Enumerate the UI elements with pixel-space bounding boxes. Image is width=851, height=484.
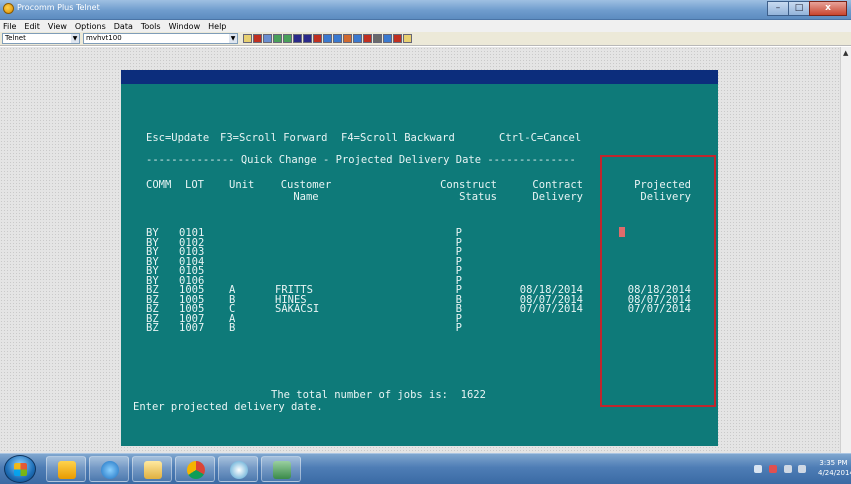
capture-icon[interactable] (303, 34, 312, 43)
taskbar-procomm[interactable] (218, 456, 258, 482)
col-construct-2: Status (459, 191, 497, 203)
clock-date: 4/24/2014 (818, 469, 851, 477)
procomm-icon (230, 461, 248, 479)
toolbar: Telnet ▼ mvhvt100 ▼ (0, 32, 851, 46)
disconnect-icon[interactable] (253, 34, 262, 43)
input-prompt: Enter projected delivery date. (133, 401, 323, 413)
menu-window[interactable]: Window (169, 22, 201, 31)
taskbar-clock[interactable]: 3:35 PM 4/24/2014 (818, 458, 851, 478)
directory-icon[interactable] (263, 34, 272, 43)
start-button[interactable] (4, 455, 36, 483)
scroll-up-icon[interactable]: ▲ (843, 49, 848, 57)
connection-type-select[interactable]: Telnet ▼ (2, 33, 80, 44)
total-jobs-text: The total number of jobs is: 1622 (271, 389, 486, 401)
receive-file-icon[interactable] (283, 34, 292, 43)
stop-icon[interactable] (393, 34, 402, 43)
network-icon[interactable] (784, 465, 792, 473)
send-file-icon[interactable] (273, 34, 282, 43)
volume-icon[interactable] (798, 465, 806, 473)
folder-icon (144, 461, 162, 479)
menu-data[interactable]: Data (114, 22, 133, 31)
key-scroll-backward: F4=Scroll Backward (341, 132, 455, 144)
menu-options[interactable]: Options (75, 22, 106, 31)
security-icon[interactable] (769, 465, 777, 473)
taskbar-app[interactable] (261, 456, 301, 482)
col-lot: LOT (185, 179, 204, 191)
taskbar-chrome[interactable] (175, 456, 215, 482)
row-unit-cell: B (229, 322, 236, 334)
paste-icon[interactable] (333, 34, 342, 43)
host-select[interactable]: mvhvt100 ▼ (83, 33, 238, 44)
chevron-down-icon[interactable]: ▼ (71, 34, 79, 43)
close-button[interactable]: x (809, 1, 847, 16)
row-contract-cell: 07/07/2014 (519, 303, 583, 315)
taskbar-explorer[interactable] (132, 456, 172, 482)
col-customer: Customer (280, 179, 332, 191)
taskbar-internet-explorer[interactable] (89, 456, 129, 482)
setup-icon[interactable] (353, 34, 362, 43)
terminal-header-bar (121, 70, 718, 84)
keyboard-icon[interactable] (383, 34, 392, 43)
procomm-app-icon[interactable] (3, 3, 14, 14)
col-customer-2: Name (293, 191, 319, 203)
monitor-icon[interactable] (373, 34, 382, 43)
taskbar: 3:35 PM 4/24/2014 (0, 453, 851, 484)
window-controls: – □ x (767, 1, 847, 17)
outlook-icon (58, 461, 76, 479)
title-bar: Procomm Plus Telnet – □ x (0, 0, 851, 20)
chrome-icon (187, 461, 205, 479)
taskbar-outlook[interactable] (46, 456, 86, 482)
maximize-button[interactable]: □ (788, 1, 810, 16)
key-cancel: Ctrl-C=Cancel (499, 132, 582, 144)
show-hidden-icon[interactable] (754, 465, 762, 473)
projected-delivery-highlight (600, 155, 716, 407)
menu-help[interactable]: Help (208, 22, 226, 31)
menu-edit[interactable]: Edit (24, 22, 40, 31)
clipboard-icon[interactable] (323, 34, 332, 43)
col-construct: Construct (440, 179, 497, 191)
help-icon[interactable] (403, 34, 412, 43)
internet-explorer-icon (101, 461, 119, 479)
menu-bar: File Edit View Options Data Tools Window… (0, 20, 851, 32)
col-unit: Unit (229, 179, 255, 191)
connect-icon[interactable] (243, 34, 252, 43)
row-status-cell: P (455, 322, 462, 334)
col-contract-2: Delivery (532, 191, 583, 203)
menu-view[interactable]: View (48, 22, 67, 31)
row-lot-cell: 1007 (179, 322, 205, 334)
script-icon[interactable] (293, 34, 302, 43)
key-scroll-forward: F3=Scroll Forward (220, 132, 328, 144)
clock-time: 3:35 PM (819, 459, 848, 467)
chevron-down-icon[interactable]: ▼ (229, 34, 237, 43)
key-update: Esc=Update (146, 132, 210, 144)
vertical-scrollbar[interactable]: ▲ (840, 47, 851, 453)
break-icon[interactable] (363, 34, 372, 43)
host-value: mvhvt100 (86, 34, 122, 42)
print-icon[interactable] (313, 34, 322, 43)
row-customer-cell: SAKACSI (275, 303, 320, 315)
app-icon (273, 461, 291, 479)
menu-file[interactable]: File (3, 22, 16, 31)
screen-title: -------------- Quick Change - Projected … (146, 154, 576, 166)
window-title: Procomm Plus Telnet (17, 3, 100, 12)
toolbar-icons (243, 34, 413, 43)
menu-tools[interactable]: Tools (141, 22, 161, 31)
col-contract: Contract (532, 179, 583, 191)
row-comm-cell: BZ (146, 322, 159, 334)
settings-icon[interactable] (343, 34, 352, 43)
col-comm: COMM (146, 179, 172, 191)
connection-type-value: Telnet (5, 34, 26, 42)
minimize-button[interactable]: – (767, 1, 789, 16)
